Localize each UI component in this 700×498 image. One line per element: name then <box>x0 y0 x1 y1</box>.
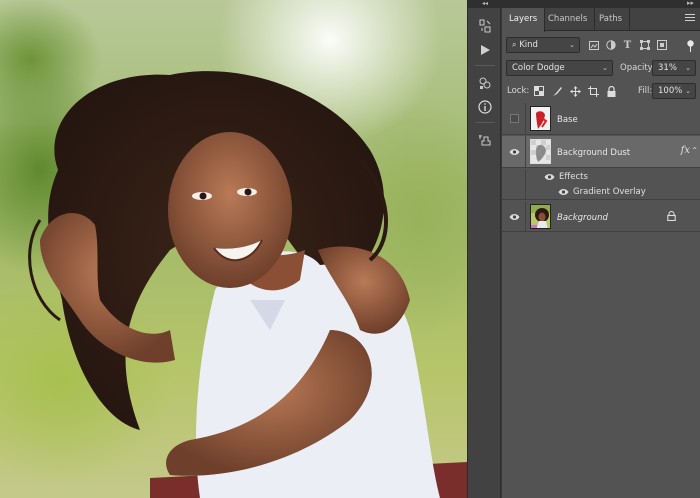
search-icon: ⌕ <box>512 40 517 49</box>
fill-value: 100% <box>658 86 683 96</box>
layer-background[interactable]: Background <box>502 201 700 232</box>
opacity-value: 31% <box>658 63 677 73</box>
collapse-panel-button[interactable]: ▸▸ <box>687 0 694 7</box>
visibility-cell[interactable] <box>502 103 526 134</box>
tab-channels[interactable]: Channels <box>541 8 596 31</box>
filter-toggle-icon[interactable] <box>686 40 695 52</box>
lock-label: Lock: <box>507 86 530 96</box>
eye-icon[interactable] <box>509 213 520 221</box>
properties-icon[interactable] <box>472 72 498 94</box>
lock-row: Lock: Fill: 100% ⌄ <box>502 83 700 99</box>
lock-image-icon[interactable] <box>551 85 563 97</box>
layer-thumbnail <box>530 139 551 164</box>
layer-name: Background <box>557 213 608 223</box>
blend-mode-value: Color Dodge <box>512 63 565 73</box>
layers-panel: ▸▸ Layers Channels Paths ⌕ Kind ⌄ T Colo… <box>502 0 700 498</box>
lock-artboard-icon[interactable] <box>587 85 599 97</box>
layers-list: Base Background Dust fx ⌃ Effects Gradie… <box>502 103 700 498</box>
filter-row: ⌕ Kind ⌄ T <box>502 37 700 53</box>
layer-background-dust[interactable]: Background Dust fx ⌃ <box>502 136 700 168</box>
layer-name: Background Dust <box>557 148 631 158</box>
panel-tabs: Layers Channels Paths <box>502 8 700 32</box>
layer-thumbnail <box>530 106 551 131</box>
tab-layers[interactable]: Layers <box>502 8 546 32</box>
visibility-cell[interactable] <box>502 136 526 167</box>
eye-icon[interactable] <box>558 188 569 196</box>
shape-filter-icon[interactable] <box>637 37 652 53</box>
play-actions-icon[interactable] <box>472 39 498 61</box>
lock-position-icon[interactable] <box>569 85 581 97</box>
visibility-cell[interactable] <box>502 201 526 231</box>
layer-name: Base <box>557 115 578 125</box>
collapse-strip-button[interactable]: ◂◂ <box>468 0 502 8</box>
type-filter-icon[interactable]: T <box>620 37 635 53</box>
layer-thumbnail <box>530 204 551 229</box>
effects-label: Effects <box>559 172 588 182</box>
tab-paths[interactable]: Paths <box>592 8 631 31</box>
info-icon[interactable] <box>472 96 498 118</box>
lock-transparent-icon[interactable] <box>533 85 545 97</box>
visibility-off-box[interactable] <box>510 114 519 123</box>
chevron-down-icon: ⌄ <box>602 64 608 72</box>
adjustment-filter-icon[interactable] <box>603 37 618 53</box>
portrait-photo <box>28 71 467 498</box>
opacity-label: Opacity: <box>620 63 655 73</box>
blend-row: Color Dodge ⌄ Opacity: 31% ⌄ <box>502 60 700 76</box>
layer-base[interactable]: Base <box>502 103 700 135</box>
eye-icon[interactable] <box>544 173 555 181</box>
lock-icon[interactable] <box>667 211 676 221</box>
gradient-overlay-row[interactable]: Gradient Overlay <box>502 184 700 200</box>
eye-icon[interactable] <box>509 148 520 156</box>
clone-source-icon[interactable] <box>472 129 498 151</box>
filter-kind-select[interactable]: ⌕ Kind ⌄ <box>506 37 580 53</box>
image-filter-icon[interactable] <box>586 37 601 53</box>
fx-icon[interactable]: fx <box>681 145 690 156</box>
history-icon[interactable] <box>472 15 498 37</box>
panel-icon-strip: ◂◂ <box>467 0 502 498</box>
chevron-down-icon: ⌄ <box>685 64 691 72</box>
opacity-field[interactable]: 31% ⌄ <box>652 60 696 76</box>
chevron-down-icon: ⌄ <box>685 87 691 95</box>
fill-label: Fill: <box>638 86 653 96</box>
lock-all-icon[interactable] <box>605 85 617 97</box>
effects-row[interactable]: Effects <box>502 169 700 184</box>
panel-menu-icon[interactable] <box>685 14 695 24</box>
chevron-down-icon: ⌄ <box>569 41 575 49</box>
fill-field[interactable]: 100% ⌄ <box>652 83 696 99</box>
chevron-up-icon[interactable]: ⌃ <box>691 146 698 155</box>
filter-kind-value: Kind <box>519 40 538 50</box>
blend-mode-select[interactable]: Color Dodge ⌄ <box>506 60 613 76</box>
document-canvas[interactable] <box>0 0 467 498</box>
effect-item-label: Gradient Overlay <box>573 187 646 197</box>
smart-object-filter-icon[interactable] <box>654 37 669 53</box>
